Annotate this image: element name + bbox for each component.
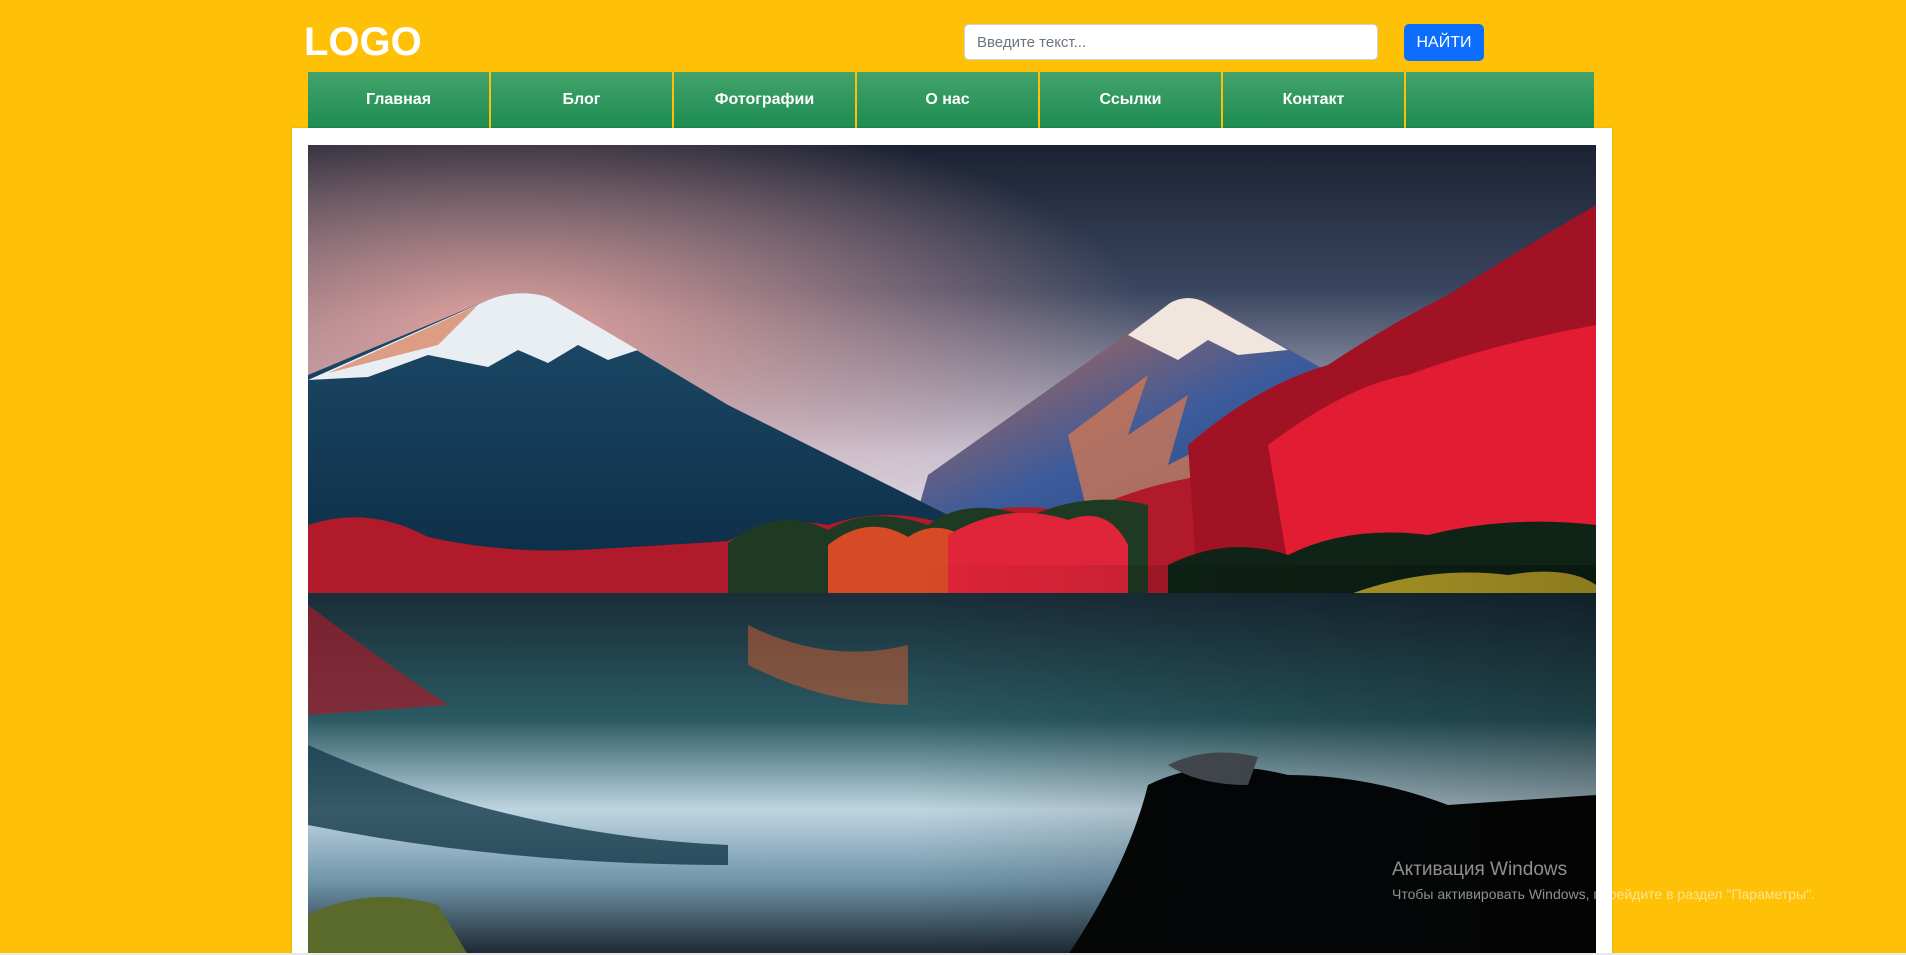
hero-landscape-image [308,145,1596,955]
search-input[interactable] [964,24,1378,60]
watermark-subtitle: Чтобы активировать Windows, перейдите в … [1392,886,1815,902]
site-logo[interactable]: LOGO [304,18,422,66]
nav-item-blog[interactable]: Блог [491,72,674,128]
search-button[interactable]: НАЙТИ [1404,24,1484,61]
content-panel [292,128,1612,955]
nav-item-home[interactable]: Главная [308,72,491,128]
nav-item-links[interactable]: Ссылки [1040,72,1223,128]
nav-item-about[interactable]: О нас [857,72,1040,128]
watermark-title: Активация Windows [1392,859,1568,880]
nav-item-empty [1406,72,1594,128]
nav-item-contact[interactable]: Контакт [1223,72,1406,128]
main-nav: Главная Блог Фотографии О нас Ссылки Кон… [308,72,1594,128]
nav-item-photos[interactable]: Фотографии [674,72,857,128]
site-header: LOGO НАЙТИ [0,0,1906,72]
windows-activation-watermark: Активация Windows Чтобы активировать Win… [1392,858,1815,904]
